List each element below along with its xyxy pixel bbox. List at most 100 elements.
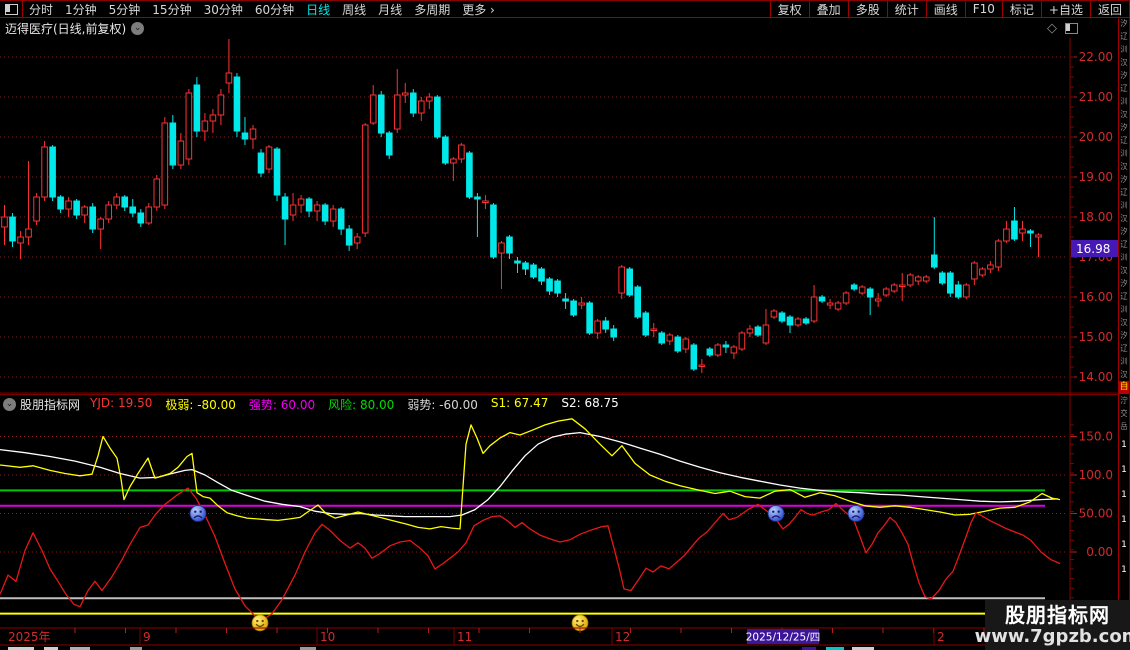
tools-menu-item[interactable]: 叠加 bbox=[809, 1, 848, 17]
window-layout-button[interactable] bbox=[0, 1, 23, 17]
indicator-source-label: 股朋指标网 bbox=[20, 396, 80, 413]
tools-menu-item[interactable]: 标记 bbox=[1002, 1, 1041, 17]
right-strip-decor-char: 汉 bbox=[1120, 316, 1127, 329]
right-strip-decor-char: 辽 bbox=[1120, 290, 1127, 303]
period-menu-item[interactable]: 周线 bbox=[336, 1, 372, 18]
period-menu-item[interactable]: 1分钟 bbox=[59, 1, 103, 18]
right-strip-decor-char: 汌 bbox=[1120, 43, 1127, 56]
last-price-tag: 16.98 bbox=[1071, 240, 1123, 257]
sad-face-marker bbox=[768, 506, 784, 522]
watermark: 股朋指标网 www.7gpzb.com bbox=[985, 600, 1130, 650]
right-strip-decor-char: 汉 bbox=[1120, 108, 1127, 121]
period-menu-item[interactable]: 15分钟 bbox=[146, 1, 197, 18]
tools-menu-item[interactable]: 统计 bbox=[887, 1, 926, 17]
right-strip-decor-char: 汉 bbox=[1120, 264, 1127, 277]
date-axis-month: 11 bbox=[457, 630, 472, 644]
right-strip-item[interactable]: 1 bbox=[1121, 508, 1127, 533]
right-strip-item[interactable]: 1 bbox=[1121, 533, 1127, 558]
period-menu-item[interactable]: 30分钟 bbox=[198, 1, 249, 18]
right-strip-decor-char: 汌 bbox=[1120, 95, 1127, 108]
period-menu-item[interactable]: 更多 › bbox=[456, 1, 501, 18]
selected-date-label: 2025/12/25/四 bbox=[746, 632, 821, 644]
right-strip-decor-char: 汐 bbox=[1120, 173, 1127, 186]
right-strip-decor-char: 汐 bbox=[1120, 121, 1127, 134]
tools-menu-item[interactable]: F10 bbox=[965, 1, 1002, 17]
tools-menu: 复权叠加多股统计画线F10标记+自选返回 bbox=[770, 1, 1130, 17]
indicator-header: ⌄ 股朋指标网 YJD: 19.50 极弱: -80.00 强势: 60.00 风险:… bbox=[0, 394, 1118, 413]
candlestick-series bbox=[2, 39, 1042, 373]
price-axis-label: 18.00 bbox=[1079, 210, 1113, 224]
sad-face-marker bbox=[190, 506, 206, 522]
right-strip-decor-char: 辽 bbox=[1120, 186, 1127, 199]
chevron-down-icon[interactable]: ⌄ bbox=[3, 398, 16, 411]
indicator-value: 风险: 80.00 bbox=[328, 396, 394, 413]
tools-menu-item[interactable]: 画线 bbox=[926, 1, 965, 17]
right-strip-decor-char: 汐 bbox=[1120, 277, 1127, 290]
chart-title: 迈得医疗(日线,前复权) bbox=[5, 20, 126, 37]
right-strip-decor-char: 辽 bbox=[1120, 30, 1127, 43]
indicator-value: 弱势: -60.00 bbox=[407, 396, 478, 413]
period-menu-item[interactable]: 60分钟 bbox=[249, 1, 300, 18]
indicator-axis-label: 150.0 bbox=[1079, 430, 1113, 444]
price-axis-label: 22.00 bbox=[1079, 50, 1113, 64]
right-strip-decor-char: 汐 bbox=[1120, 69, 1127, 82]
date-axis-month: 9 bbox=[143, 630, 151, 644]
right-strip-decor-char: 汌 bbox=[1120, 199, 1127, 212]
right-strip-decor-char: 汐 bbox=[1120, 225, 1127, 238]
period-menu-item[interactable]: 分时 bbox=[23, 1, 59, 18]
indicator-axis-label: 50.00 bbox=[1079, 507, 1113, 521]
price-axis-label: 14.00 bbox=[1079, 370, 1113, 384]
right-strip-decor-char: 岳 bbox=[1120, 420, 1127, 433]
right-strip-highlight[interactable]: 自 bbox=[1119, 381, 1130, 394]
chart-canvas[interactable]: 22.0021.0020.0019.0018.0017.0016.0015.00… bbox=[0, 0, 1130, 650]
period-menu-item[interactable]: 5分钟 bbox=[103, 1, 147, 18]
right-strip-item[interactable]: 1 bbox=[1121, 558, 1127, 583]
right-strip-decor-char: 辽 bbox=[1120, 238, 1127, 251]
date-axis: 2025年 9 10 11 12 2 2025/12/25/四 bbox=[0, 628, 1130, 645]
diamond-icon[interactable]: ◇ bbox=[1047, 21, 1057, 36]
period-menu: 分时1分钟5分钟15分钟30分钟60分钟日线周线月线多周期更多 › bbox=[23, 1, 501, 18]
right-strip-item[interactable]: 1 bbox=[1121, 483, 1127, 508]
indicator-value: 极弱: -80.00 bbox=[165, 396, 236, 413]
tools-menu-item[interactable]: 返回 bbox=[1090, 1, 1130, 17]
date-axis-month: 10 bbox=[320, 630, 335, 644]
indicator-line-S1 bbox=[0, 419, 1060, 529]
indicator-value: 强势: 60.00 bbox=[249, 396, 315, 413]
right-strip-decor-char: 汌 bbox=[1120, 251, 1127, 264]
indicator-values: YJD: 19.50 极弱: -80.00 强势: 60.00 风险: 80.00 弱势… bbox=[90, 396, 632, 413]
indicator-line-YJD bbox=[0, 488, 1060, 620]
right-strip-decor-char: 汐 bbox=[1120, 17, 1127, 30]
watermark-title: 股朋指标网 bbox=[1005, 603, 1110, 627]
right-strip-decor-char: 交 bbox=[1120, 407, 1127, 420]
tools-menu-item[interactable]: 复权 bbox=[770, 1, 809, 17]
period-menu-item[interactable]: 日线 bbox=[300, 1, 336, 18]
date-axis-year: 2025年 bbox=[8, 630, 51, 644]
chevron-down-icon[interactable]: ⌄ bbox=[131, 22, 144, 35]
indicator-value: YJD: 19.50 bbox=[90, 396, 152, 413]
sad-face-marker bbox=[848, 506, 864, 522]
price-axis-label: 16.00 bbox=[1079, 290, 1113, 304]
period-menu-item[interactable]: 多周期 bbox=[408, 1, 456, 18]
tools-menu-item[interactable]: 多股 bbox=[848, 1, 887, 17]
price-axis-label: 21.00 bbox=[1079, 90, 1113, 104]
right-strip-decor-char: 泞 bbox=[1120, 394, 1127, 407]
right-strip-item[interactable]: 1 bbox=[1121, 433, 1127, 458]
pane-icon[interactable] bbox=[1065, 23, 1078, 34]
right-strip-decor-char: 辽 bbox=[1120, 82, 1127, 95]
period-menu-item[interactable]: 月线 bbox=[372, 1, 408, 18]
right-strip-item[interactable]: 1 bbox=[1121, 458, 1127, 483]
split-window-icon bbox=[5, 4, 18, 15]
main-price-grid: 22.0021.0020.0019.0018.0017.0016.0015.00… bbox=[0, 50, 1113, 384]
indicator-axis-label: 100.0 bbox=[1079, 468, 1113, 482]
right-strip-decor-char: 辽 bbox=[1120, 134, 1127, 147]
date-axis-month: 12 bbox=[615, 630, 630, 644]
price-axis-label: 15.00 bbox=[1079, 330, 1113, 344]
price-axis-label: 19.00 bbox=[1079, 170, 1113, 184]
right-strip-decor-char: 汌 bbox=[1120, 303, 1127, 316]
indicator-value: S2: 68.75 bbox=[561, 396, 618, 413]
right-sidebar-strip[interactable]: 汐辽汌汉汐辽汌汉汐辽汌汉汐辽汌汉汐辽汌汉汐辽汌汉汐辽汌汉自泞交岳111111 bbox=[1118, 0, 1130, 650]
date-axis-month: 2 bbox=[937, 630, 945, 644]
tools-menu-item[interactable]: +自选 bbox=[1041, 1, 1090, 17]
right-strip-decor-char: 汐 bbox=[1120, 329, 1127, 342]
right-strip-decor-char: 汌 bbox=[1120, 147, 1127, 160]
